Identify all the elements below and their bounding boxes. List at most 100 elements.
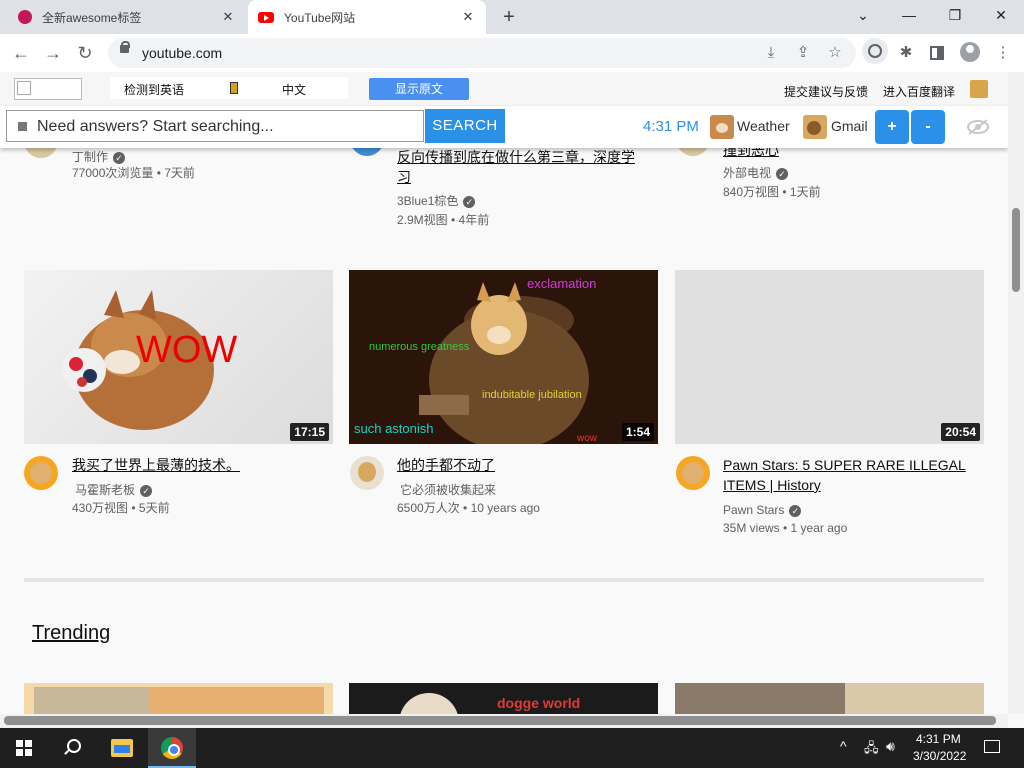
baidu-translate-link[interactable]: 进入百度翻译 xyxy=(883,83,955,100)
video-title[interactable]: 反向传播到底在做什么第三章，深度学习 xyxy=(397,148,637,187)
notification-icon[interactable] xyxy=(984,740,1000,753)
video-meta: 840万视图 • 1天前 xyxy=(723,185,821,199)
video-thumbnail[interactable]: 20:54 xyxy=(675,270,984,444)
close-window-button[interactable]: ✕ xyxy=(978,0,1024,34)
lock-shackle-icon xyxy=(121,41,130,48)
channel-name[interactable]: 3Blue1棕色 ✓ xyxy=(397,192,476,210)
taskbar-date[interactable]: 3/30/2022 xyxy=(913,749,966,763)
verified-icon: ✓ xyxy=(113,151,126,164)
reload-icon[interactable]: ↻ xyxy=(72,40,98,66)
windows-start-icon[interactable] xyxy=(16,740,32,756)
vertical-scrollbar[interactable] xyxy=(1008,72,1024,714)
overlay-word: wow xyxy=(576,433,598,444)
tray-chevron-icon[interactable]: ^ xyxy=(840,738,847,754)
language-selector[interactable]: 检测到英语 中文 xyxy=(110,77,348,99)
new-tab-button[interactable]: + xyxy=(498,6,520,28)
channel-name[interactable]: 它必须被收集起来 xyxy=(400,481,496,499)
extensions-puzzle-icon[interactable]: ✱ xyxy=(895,42,917,64)
zoom-out-button[interactable]: - xyxy=(911,110,945,144)
verified-icon: ✓ xyxy=(463,195,476,208)
tab-title: 全新awesome标签 xyxy=(42,10,142,25)
video-title[interactable]: 他的手都不动了 xyxy=(397,455,495,475)
weather-link[interactable]: Weather xyxy=(737,118,790,134)
youtube-favicon-icon xyxy=(258,11,274,23)
profile-avatar-icon[interactable] xyxy=(960,42,980,62)
detected-language: 检测到英语 xyxy=(124,83,185,97)
translate-bar: 检测到英语 中文 显示原文 提交建议与反馈 进入百度翻译 xyxy=(0,72,1024,107)
channel-avatar[interactable] xyxy=(350,456,384,490)
channel-avatar[interactable] xyxy=(676,148,710,156)
video-title[interactable]: 撞到恶心 xyxy=(723,148,779,160)
video-meta: 77000次浏览量 • 7天前 xyxy=(72,166,195,180)
target-language[interactable]: 中文 xyxy=(282,81,306,98)
overlay-word: indubitable jubilation xyxy=(482,389,582,401)
trending-heading[interactable]: Trending xyxy=(32,622,110,645)
channel-avatar[interactable] xyxy=(24,456,58,490)
video-thumbnail[interactable]: exclamation numerous greatness indubitab… xyxy=(349,270,658,444)
chrome-taskbar-button[interactable] xyxy=(148,728,196,768)
taskbar-time[interactable]: 4:31 PM xyxy=(916,732,961,746)
swap-icon[interactable] xyxy=(230,82,238,94)
hide-eye-icon[interactable] xyxy=(966,118,990,136)
shiba-snow-image: WOW xyxy=(62,290,237,430)
gmail-doge-icon[interactable] xyxy=(803,115,827,139)
video-meta: 2.9M视图 • 4年前 xyxy=(397,213,490,227)
channel-name[interactable]: 外部电视 ✓ xyxy=(723,164,789,182)
tab-youtube[interactable]: YouTube网站 ✕ xyxy=(248,0,486,34)
tab-title: YouTube网站 xyxy=(284,10,356,25)
tab-awesome[interactable]: 全新awesome标签 ✕ xyxy=(8,0,246,34)
more-menu-icon[interactable]: ⋮ xyxy=(992,42,1014,64)
restore-button[interactable]: ❐ xyxy=(932,0,978,34)
horizontal-scrollbar[interactable] xyxy=(0,714,1008,728)
video-title[interactable]: 我买了世界上最薄的技术。 xyxy=(72,455,240,475)
tab-search-icon[interactable]: ⌄ xyxy=(840,0,886,34)
forward-arrow-icon[interactable]: → xyxy=(40,40,66,66)
search-icon[interactable] xyxy=(62,738,82,758)
search-placeholder: Need answers? Start searching... xyxy=(37,118,274,135)
network-icon[interactable]: 🖧 xyxy=(864,739,879,761)
minimize-button[interactable]: — xyxy=(886,0,932,34)
close-icon[interactable]: ✕ xyxy=(220,9,236,25)
address-bar[interactable]: youtube.com ⤓ ⇪ ☆ xyxy=(108,38,856,68)
video-thumbnail[interactable]: WOW 17:15 xyxy=(24,270,333,444)
verified-icon: ✓ xyxy=(140,484,153,497)
back-arrow-icon[interactable]: ← xyxy=(8,40,34,66)
feedback-link[interactable]: 提交建议与反馈 xyxy=(784,83,868,100)
install-app-icon[interactable]: ⤓ xyxy=(760,42,782,64)
windows-taskbar: ^ 🖧 🔊︎ 4:31 PM 3/30/2022 xyxy=(0,728,1024,768)
search-button[interactable]: SEARCH xyxy=(425,109,505,143)
video-title[interactable]: Pawn Stars: 5 SUPER RARE ILLEGAL ITEMS |… xyxy=(723,455,973,495)
extension-active-icon[interactable] xyxy=(862,38,888,64)
scroll-thumb[interactable] xyxy=(4,716,996,725)
zoom-in-button[interactable]: + xyxy=(875,110,909,144)
channel-name[interactable]: Pawn Stars ✓ xyxy=(723,501,802,519)
bookmark-star-icon[interactable]: ☆ xyxy=(824,42,846,64)
share-icon[interactable]: ⇪ xyxy=(792,42,814,64)
show-original-button[interactable]: 显示原文 xyxy=(369,78,469,100)
video-meta: 35M views • 1 year ago xyxy=(723,521,848,535)
weather-doge-icon[interactable] xyxy=(710,115,734,139)
side-panel-icon[interactable] xyxy=(930,46,944,60)
doge-icon[interactable] xyxy=(970,80,988,98)
channel-avatar[interactable] xyxy=(350,148,384,156)
channel-avatar[interactable] xyxy=(676,456,710,490)
close-icon[interactable]: ✕ xyxy=(460,9,476,25)
video-duration: 20:54 xyxy=(941,423,980,441)
video-duration: 17:15 xyxy=(290,423,329,441)
volume-icon[interactable]: 🔊︎ xyxy=(886,738,895,755)
tab-favicon-icon xyxy=(18,10,32,24)
file-explorer-icon[interactable] xyxy=(111,739,133,757)
video-meta: 430万视图 • 5天前 xyxy=(72,501,170,515)
stop-icon xyxy=(18,122,27,131)
channel-avatar[interactable] xyxy=(24,148,58,158)
search-input[interactable]: Need answers? Start searching... xyxy=(6,110,424,142)
url-text: youtube.com xyxy=(142,45,223,61)
verified-icon: ✓ xyxy=(776,167,789,180)
scroll-thumb[interactable] xyxy=(1012,208,1020,292)
doge-painting-image: exclamation numerous greatness indubitab… xyxy=(349,270,658,444)
thumbnail-overlay-text: WOW xyxy=(136,329,237,371)
channel-name[interactable]: 马霍斯老板 ✓ xyxy=(75,481,153,499)
gmail-link[interactable]: Gmail xyxy=(831,118,868,134)
browser-toolbar: ← → ↻ youtube.com ⤓ ⇪ ☆ ✱ ⋮ xyxy=(0,34,1024,73)
thumbnail-overlay-text: dogge world xyxy=(497,695,581,711)
